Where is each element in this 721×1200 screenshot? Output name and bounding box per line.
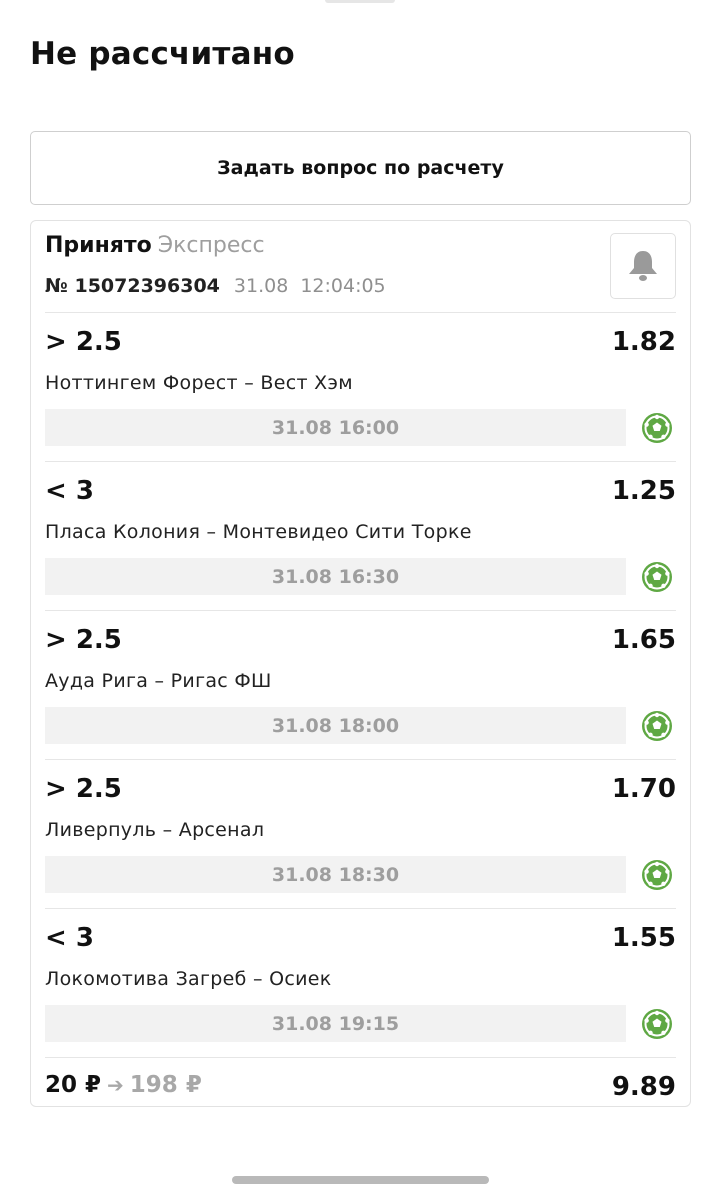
bet-status: Принято (45, 233, 152, 258)
event-teams[interactable]: Пласа Колония – Монтевидео Сити Торке (45, 521, 472, 543)
total-odds: 9.89 (611, 1072, 676, 1102)
football-icon (641, 412, 673, 444)
event-outcome: > 2.5 (45, 774, 122, 804)
football-icon (641, 1008, 673, 1040)
event-row: < 3 1.25 Пласа Колония – Монтевидео Сити… (45, 462, 676, 611)
bet-date: 31.08 (233, 275, 289, 297)
bet-number: № 15072396304 (45, 275, 220, 297)
event-odds: 1.70 (611, 774, 676, 804)
football-icon (641, 710, 673, 742)
event-row: < 3 1.55 Локомотива Загреб – Осиек 31.08… (45, 909, 676, 1058)
notification-bell-button[interactable] (610, 233, 676, 299)
event-start-time: 31.08 18:30 (45, 856, 626, 893)
event-odds: 1.82 (611, 327, 676, 357)
event-odds: 1.65 (611, 625, 676, 655)
events-list: > 2.5 1.82 Ноттингем Форест – Вест Хэм 3… (45, 313, 676, 1058)
event-outcome: < 3 (45, 923, 94, 953)
bet-type: Экспресс (157, 233, 265, 258)
event-teams[interactable]: Ноттингем Форест – Вест Хэм (45, 372, 353, 394)
stake-amount: 20 ₽ (45, 1072, 102, 1098)
bet-time: 12:04:05 (300, 275, 386, 297)
event-row: > 2.5 1.70 Ливерпуль – Арсенал 31.08 18:… (45, 760, 676, 909)
bet-card: Принято Экспресс № 15072396304 31.08 12:04:… (30, 220, 691, 1107)
home-indicator[interactable] (232, 1176, 489, 1184)
event-teams[interactable]: Ауда Рига – Ригас ФШ (45, 670, 272, 692)
event-start-time: 31.08 16:00 (45, 409, 626, 446)
event-outcome: < 3 (45, 476, 94, 506)
event-odds: 1.25 (611, 476, 676, 506)
stake-line: 20 ₽ ➔ 198 ₽ (45, 1072, 202, 1098)
football-icon (641, 859, 673, 891)
bet-summary: 20 ₽ ➔ 198 ₽ 9.89 (45, 1058, 676, 1114)
bet-header: Принято Экспресс № 15072396304 31.08 12:04:… (45, 221, 676, 313)
ask-settlement-question-button[interactable]: Задать вопрос по расчету (30, 131, 691, 205)
event-row: > 2.5 1.82 Ноттингем Форест – Вест Хэм 3… (45, 313, 676, 462)
event-teams[interactable]: Ливерпуль – Арсенал (45, 819, 264, 841)
bell-icon (629, 251, 657, 281)
event-teams[interactable]: Локомотива Загреб – Осиек (45, 968, 332, 990)
event-odds: 1.55 (611, 923, 676, 953)
page-title: Не рассчитано (30, 36, 295, 72)
potential-win: 198 ₽ (129, 1072, 202, 1098)
event-row: > 2.5 1.65 Ауда Рига – Ригас ФШ 31.08 18… (45, 611, 676, 760)
event-outcome: > 2.5 (45, 625, 122, 655)
arrow-right-icon: ➔ (107, 1073, 124, 1097)
bet-status-line: Принято Экспресс (45, 233, 265, 258)
event-start-time: 31.08 18:00 (45, 707, 626, 744)
event-start-time: 31.08 16:30 (45, 558, 626, 595)
sheet-drag-handle[interactable] (325, 0, 395, 3)
event-outcome: > 2.5 (45, 327, 122, 357)
bet-meta: № 15072396304 31.08 12:04:05 (45, 275, 386, 297)
football-icon (641, 561, 673, 593)
event-start-time: 31.08 19:15 (45, 1005, 626, 1042)
